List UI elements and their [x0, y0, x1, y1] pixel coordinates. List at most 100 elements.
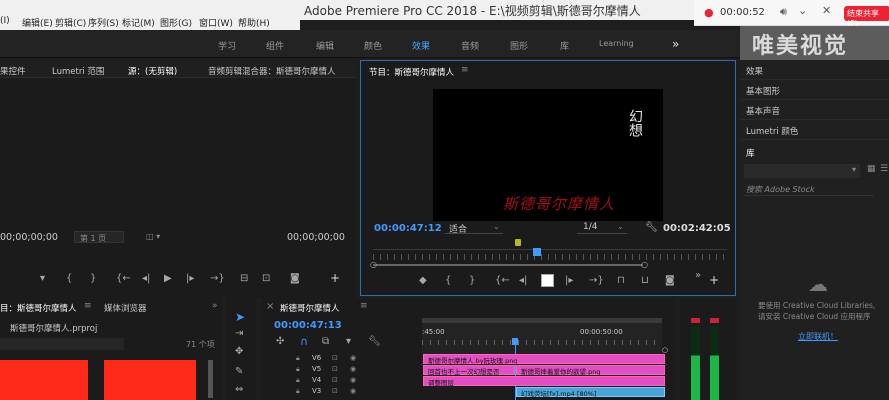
library-select[interactable]: ▾ — [744, 164, 860, 178]
go-to-out-icon[interactable]: →} — [589, 275, 604, 286]
go-to-in-icon[interactable]: {← — [495, 275, 510, 286]
ws-tab-audio[interactable]: 音频 — [461, 39, 479, 52]
more-icon[interactable]: » — [695, 270, 701, 281]
ripple-edit-tool-icon[interactable]: ✥ — [235, 346, 243, 357]
add-button-icon[interactable]: + — [330, 271, 340, 285]
project-search-input[interactable] — [0, 338, 124, 350]
lock-icon[interactable]: 🔒︎ — [296, 387, 300, 396]
project-scrollbar[interactable] — [208, 360, 213, 398]
clip-v6[interactable]: 斯德哥尔摩情人.by阮玫瑰.png — [423, 354, 665, 365]
panel-essential-sound[interactable]: 基本声音 — [740, 100, 889, 120]
add-marker-icon[interactable]: ◆ — [419, 275, 427, 286]
sync-icon[interactable]: ⊡ — [332, 376, 338, 384]
lock-icon[interactable]: 🔒︎ — [296, 376, 300, 385]
slip-tool-icon[interactable]: ⇔ — [235, 384, 243, 395]
export-frame-icon[interactable]: ◙ — [290, 273, 300, 284]
close-icon[interactable]: × — [266, 301, 274, 312]
panel-menu-icon[interactable]: ≡ — [84, 301, 92, 311]
marker-icon[interactable]: ▾ — [40, 273, 45, 284]
menu-edit[interactable]: 编辑(E) — [22, 16, 53, 29]
sync-icon[interactable]: ⊡ — [332, 354, 338, 362]
extract-icon[interactable]: ⊔ — [641, 275, 649, 286]
tab-media-browser[interactable]: 媒体浏览器 — [104, 302, 147, 314]
playhead-icon[interactable] — [533, 248, 541, 256]
selection-tool-icon[interactable]: ➤ — [235, 310, 245, 324]
grid-view-icon[interactable]: ▦ — [867, 164, 876, 174]
panel-essential-graphics[interactable]: 基本图形 — [740, 80, 889, 100]
step-forward-icon[interactable]: |▸ — [186, 273, 194, 284]
menu-markers[interactable]: 标记(M) — [122, 16, 155, 29]
tab-source[interactable]: 源：(无剪辑) — [128, 65, 177, 77]
clip-v5-b[interactable]: 斯德哥摔着爱你的欲望.png — [516, 365, 665, 376]
project-thumbnail[interactable] — [104, 360, 196, 400]
ws-tab-graphics[interactable]: 图形 — [510, 39, 528, 52]
ws-tab-learning[interactable]: Learning — [599, 39, 634, 48]
go-to-out-icon[interactable]: →} — [210, 273, 225, 284]
razor-tool-icon[interactable]: ✎ — [235, 366, 243, 377]
end-share-button[interactable]: 结束共享(F) — [844, 6, 889, 28]
program-scrubber[interactable] — [373, 239, 727, 262]
zoom-handle-right[interactable]: ○ — [641, 260, 648, 269]
menu-sequence[interactable]: 序列(S) — [88, 16, 119, 29]
snap-icon[interactable]: ✣ — [276, 336, 284, 347]
overwrite-icon[interactable]: ⊡ — [262, 273, 270, 284]
wrench-icon[interactable]: 🔧︎ — [368, 336, 381, 347]
more-icon[interactable]: » — [212, 301, 218, 311]
mark-out-icon[interactable]: } — [469, 275, 475, 286]
menu-graphics[interactable]: 图形(G) — [160, 16, 192, 29]
menu-clip[interactable]: 剪辑(C) — [55, 16, 86, 29]
timeline-title[interactable]: 斯德哥尔摩情人 — [280, 302, 340, 314]
camera-icon[interactable]: ◙ — [665, 275, 675, 286]
zoom-handle-left[interactable]: ○ — [370, 260, 377, 269]
project-thumbnail[interactable] — [0, 360, 88, 400]
tab-project[interactable]: 目：斯德哥尔摩情人 — [0, 302, 77, 314]
mark-in-icon[interactable]: { — [445, 275, 451, 286]
mark-in-icon[interactable]: { — [66, 273, 72, 284]
add-marker-icon[interactable]: ▾ — [346, 336, 351, 347]
clip-v3[interactable]: 幻戏荧坛[fx].mp4 [80%] — [516, 387, 665, 398]
wrench-icon[interactable]: 🔧︎ — [645, 222, 658, 233]
panel-menu-icon[interactable]: ≡ — [360, 301, 368, 311]
quality-select[interactable]: 1/4 ⌄ — [577, 222, 627, 234]
source-page-select[interactable]: 第 1 页 — [74, 231, 124, 243]
stop-icon[interactable] — [541, 274, 554, 287]
sync-icon[interactable]: ⊡ — [332, 387, 338, 395]
sync-icon[interactable]: ⊡ — [332, 365, 338, 373]
menu-window[interactable]: 窗口(W) — [199, 16, 233, 29]
clip-v4[interactable]: 调整图层 — [423, 376, 665, 387]
ws-tab-effects[interactable]: 效果 — [412, 39, 430, 52]
menu-help[interactable]: 帮助(H) — [238, 16, 270, 29]
eye-icon[interactable]: ◉ — [350, 387, 356, 395]
tab-lumetri-scopes[interactable]: Lumetri 范围 — [52, 65, 104, 77]
zoom-bar[interactable] — [373, 264, 643, 266]
ws-more-button[interactable]: » — [672, 37, 679, 51]
lock-icon[interactable]: 🔒︎ — [296, 354, 300, 363]
eye-icon[interactable]: ◉ — [350, 354, 356, 362]
eye-icon[interactable]: ◉ — [350, 376, 356, 384]
in-marker[interactable] — [515, 239, 521, 246]
ws-tab-editing[interactable]: 编辑 — [316, 39, 334, 52]
step-back-icon[interactable]: ◂| — [519, 275, 527, 286]
step-back-icon[interactable]: ◂| — [142, 273, 150, 284]
linked-select-icon[interactable]: ⧉ — [322, 336, 329, 347]
clip-v5-a[interactable]: 回首也不上一次幻想是否 — [423, 365, 515, 376]
stock-search-input[interactable]: 搜索 Adobe Stock — [744, 182, 874, 196]
ws-tab-assembly[interactable]: 组件 — [266, 39, 284, 52]
fit-select[interactable]: 适合 ⌄ — [445, 222, 503, 235]
list-view-icon[interactable]: ☰ — [880, 164, 888, 174]
lock-icon[interactable]: 🔒︎ — [296, 365, 300, 374]
tab-effect-controls[interactable]: 果控件 — [0, 65, 26, 77]
track-select-tool-icon[interactable]: ⇥ — [235, 328, 243, 339]
panel-libraries[interactable]: 库 — [740, 142, 889, 162]
playhead-icon[interactable] — [512, 338, 518, 345]
step-forward-icon[interactable]: |▸ — [565, 275, 573, 286]
timeline-ruler[interactable]: :45:00 00:00:50:00 — [422, 318, 662, 354]
volume-icon[interactable]: 🔊︎ — [780, 5, 787, 19]
eye-icon[interactable]: ◉ — [350, 365, 356, 373]
insert-icon[interactable]: ⊟ — [240, 273, 248, 284]
go-online-link[interactable]: 立即联机！ — [798, 331, 838, 342]
ws-tab-libraries[interactable]: 库 — [560, 39, 569, 52]
tab-audio-mixer[interactable]: 音频剪辑混合器：斯德哥尔摩情人 — [208, 65, 336, 77]
minimize-icon[interactable]: ⌄ — [798, 4, 807, 17]
menu-item[interactable]: (I) — [0, 16, 10, 26]
